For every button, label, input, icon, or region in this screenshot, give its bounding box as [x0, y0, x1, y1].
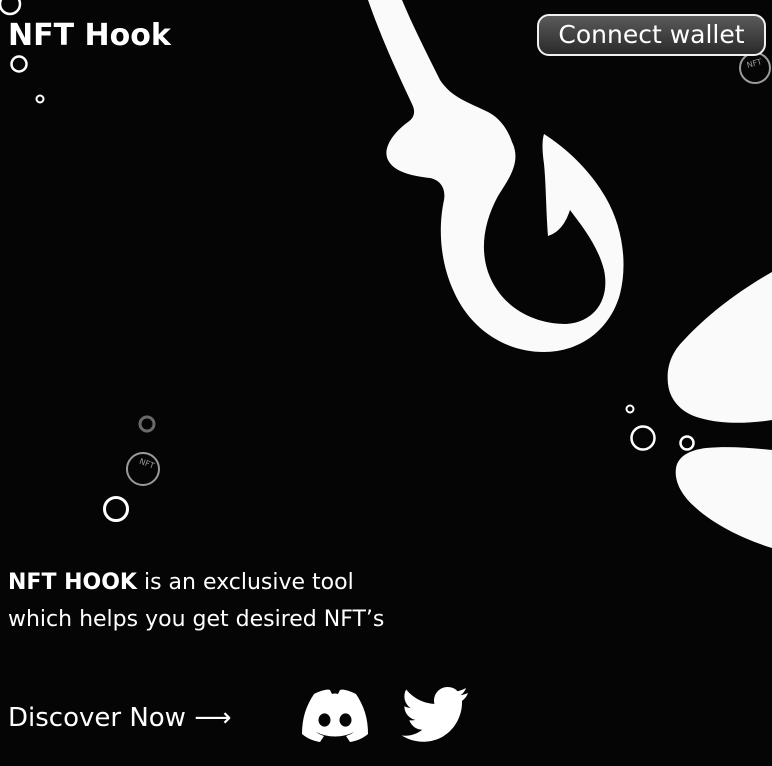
bubbles-decoration	[0, 0, 695, 522]
nft-badge-text: NFT	[138, 457, 156, 471]
site-logo[interactable]: NFT Hook	[8, 18, 171, 54]
discord-icon[interactable]	[298, 688, 372, 744]
discover-now-link[interactable]: Discover Now ⟶	[8, 700, 232, 736]
nft-badge-right: NFT	[739, 52, 771, 84]
fish-illustration	[667, 272, 772, 548]
background-illustration: NFT NFT	[0, 0, 772, 548]
nft-badge-left: NFT	[126, 452, 160, 486]
brand-name: NFT HOOK	[8, 570, 137, 595]
nft-badge-text: NFT	[746, 57, 763, 70]
hero-tagline: NFT HOOK is an exclusive tool which help…	[8, 564, 408, 638]
twitter-icon[interactable]	[402, 686, 470, 744]
connect-wallet-button[interactable]: Connect wallet	[537, 14, 766, 56]
